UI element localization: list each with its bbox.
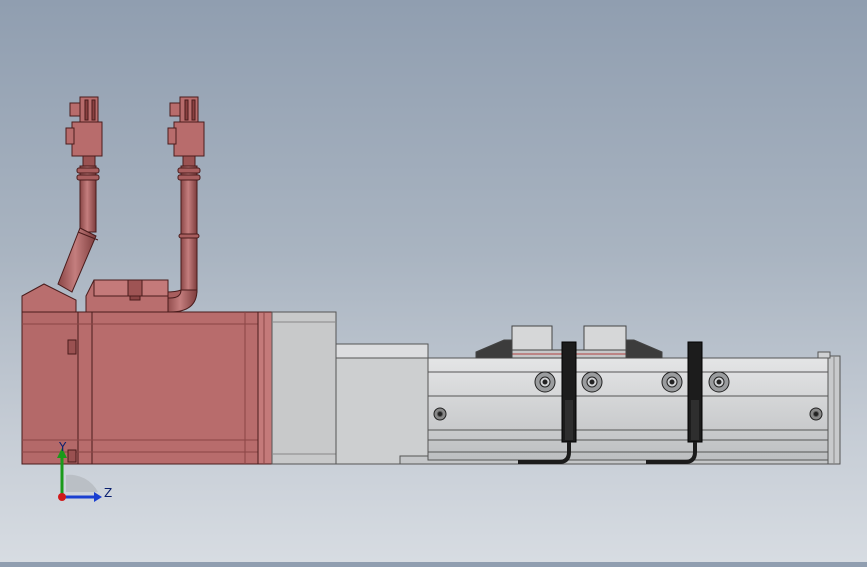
origin-point	[58, 493, 66, 501]
cad-viewport[interactable]: Y Z	[0, 0, 867, 562]
servo-motor[interactable]	[21, 279, 273, 465]
y-axis-label: Y	[59, 440, 67, 454]
linear-actuator-body	[399, 351, 841, 465]
connector-right	[167, 96, 205, 167]
z-axis-label: Z	[104, 486, 113, 500]
connector-left	[65, 96, 103, 167]
motor-cable-right[interactable]	[165, 96, 205, 313]
motor-cable-left[interactable]	[57, 96, 103, 293]
assembly-drawing	[21, 96, 841, 502]
motor-flange	[271, 311, 429, 465]
